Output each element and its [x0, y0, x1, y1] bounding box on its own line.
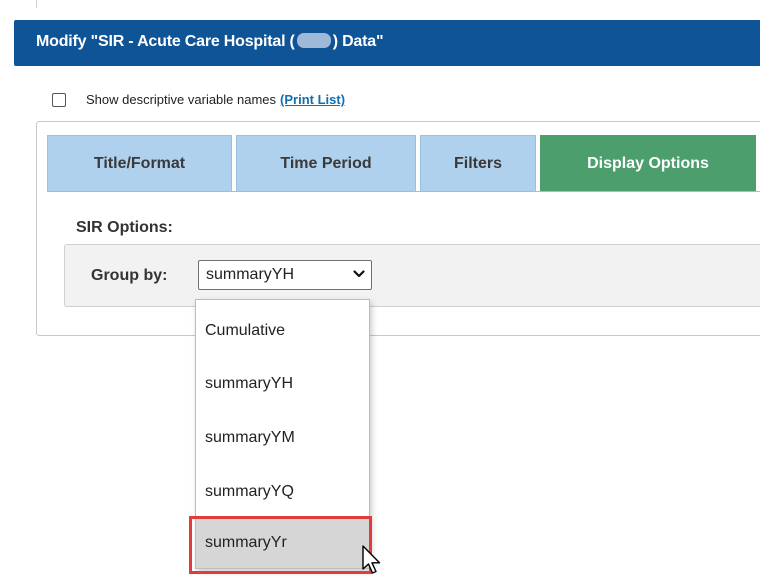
- dialog-title-bar: Modify "SIR - Acute Care Hospital ( ) Dat…: [14, 20, 760, 66]
- tab-display-options[interactable]: Display Options: [540, 135, 756, 192]
- redaction-mark: [296, 33, 331, 48]
- option-summaryyr[interactable]: summaryYr: [196, 518, 369, 568]
- mouse-pointer-icon: [362, 545, 381, 574]
- tab-time-period[interactable]: Time Period: [236, 135, 416, 192]
- dialog-title-suffix: ) Data": [332, 33, 384, 50]
- tabs-divider: [47, 191, 760, 192]
- descriptive-names-checkbox[interactable]: [52, 93, 66, 107]
- option-summaryyq[interactable]: summaryYQ: [196, 465, 369, 519]
- divider: [36, 0, 37, 8]
- print-list-link[interactable]: (Print List): [280, 92, 345, 107]
- group-by-label: Group by:: [91, 267, 168, 284]
- option-summaryym[interactable]: summaryYM: [196, 411, 369, 465]
- dialog-title: Modify "SIR - Acute Care Hospital ( ) Dat…: [36, 33, 384, 51]
- top-strip: [0, 0, 760, 10]
- descriptive-names-label: Show descriptive variable names (Print Li…: [86, 92, 345, 107]
- descriptive-names-text: Show descriptive variable names: [86, 92, 277, 107]
- group-by-dropdown-list: Cumulative summaryYH summaryYM summaryYQ…: [195, 299, 370, 569]
- tab-title-format[interactable]: Title/Format: [47, 135, 232, 192]
- group-by-selected-value: summaryYH: [206, 266, 295, 283]
- option-cumulative[interactable]: Cumulative: [196, 304, 369, 358]
- group-by-select[interactable]: summaryYH: [198, 260, 372, 290]
- dialog-title-prefix: Modify "SIR - Acute Care Hospital (: [36, 33, 295, 50]
- chevron-down-icon: [353, 270, 365, 278]
- option-summaryyh[interactable]: summaryYH: [196, 357, 369, 411]
- tab-filters[interactable]: Filters: [420, 135, 536, 192]
- sir-options-label: SIR Options:: [76, 219, 173, 236]
- group-by-box: Group by: summaryYH: [64, 244, 760, 307]
